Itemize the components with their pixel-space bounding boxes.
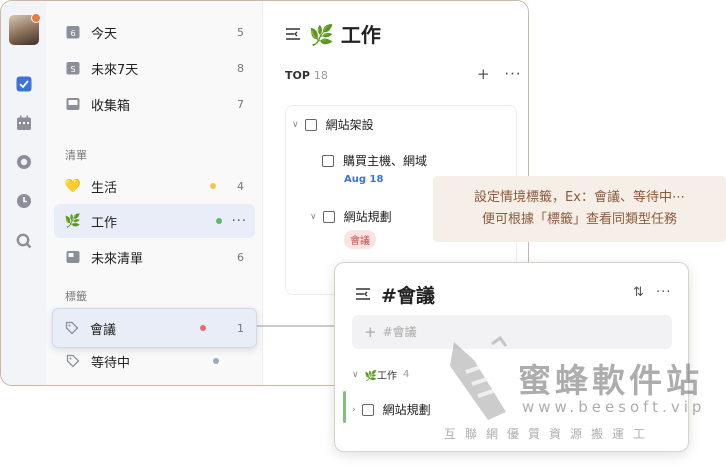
item-count: 8: [237, 61, 244, 75]
nav-rail: [1, 1, 46, 385]
clock-icon[interactable]: [15, 192, 33, 210]
sidebar-item-label: 收集箱: [91, 98, 131, 114]
bee-logo-icon: [450, 336, 508, 420]
sidebar-item-inbox[interactable]: 收集箱 7: [54, 87, 255, 121]
sidebar-item-tag-meeting[interactable]: 會議 1: [52, 308, 257, 348]
sidebar-item-label: 會議: [90, 322, 117, 338]
calendar-icon[interactable]: [15, 114, 33, 132]
item-count: 6: [237, 250, 244, 264]
list-color-dot: [210, 183, 216, 189]
task-title: 購買主機、網域: [343, 154, 428, 168]
task-due-date: Aug 18: [344, 174, 384, 185]
chevron-down-icon[interactable]: ∨: [310, 212, 317, 222]
item-count: 7: [237, 97, 244, 111]
task-item[interactable]: › 網站規劃: [352, 401, 431, 418]
checkbox-task-icon[interactable]: [15, 75, 33, 93]
chevron-down-icon[interactable]: ∨: [292, 120, 299, 130]
task-item[interactable]: ∨ 網站架設: [292, 116, 374, 133]
calendar-6-icon: 6: [65, 24, 81, 40]
list-color-bar: [343, 391, 346, 423]
tag-icon: [64, 320, 80, 336]
section-actions: + ···: [477, 65, 522, 83]
lists-section-title: 清單: [65, 149, 87, 162]
add-task-icon[interactable]: +: [477, 65, 490, 83]
chevron-down-icon[interactable]: ∨: [352, 370, 359, 380]
more-options-icon[interactable]: ···: [504, 65, 521, 83]
sort-icon[interactable]: ⇅: [633, 285, 644, 300]
sidebar-item-work[interactable]: 🌿 工作 ···: [54, 204, 255, 238]
group-header[interactable]: ∨ 🌿工作 4: [352, 367, 409, 382]
section-count: 18: [313, 69, 328, 82]
sidebar-item-label: 工作: [91, 215, 118, 231]
svg-text:S: S: [70, 65, 75, 74]
panel-title: #會議: [381, 285, 435, 307]
section-header[interactable]: TOP 18: [285, 69, 328, 82]
watermark-subtitle: 互聯網優質資源搬運工: [444, 427, 655, 441]
search-icon[interactable]: [15, 232, 33, 250]
chevron-right-icon[interactable]: ›: [352, 405, 356, 415]
list-box-icon: [65, 249, 81, 265]
group-count: 4: [403, 369, 410, 380]
watermark-title: 蜜蜂軟件站: [518, 361, 703, 400]
habit-target-icon[interactable]: [15, 153, 33, 171]
crown-badge-icon: [31, 13, 41, 23]
panel-actions: ⇅ ···: [633, 285, 671, 300]
item-count: 4: [237, 179, 244, 193]
more-options-icon[interactable]: ···: [656, 285, 671, 300]
callout-line-2: 便可根據「標籤」查看同類型任務: [481, 212, 677, 227]
calendar-s-icon: S: [65, 60, 81, 76]
task-checkbox[interactable]: [304, 118, 317, 131]
sidebar-item-future-list[interactable]: 未來清單 6: [54, 240, 255, 274]
more-options-icon[interactable]: ···: [232, 214, 247, 229]
task-checkbox[interactable]: [361, 403, 374, 416]
task-title: 網站架設: [325, 118, 374, 132]
connector-line: [256, 325, 338, 327]
task-checkbox[interactable]: [322, 154, 334, 167]
inbox-icon: [65, 96, 81, 112]
page-title: 🌿 工作: [309, 23, 381, 47]
task-checkbox[interactable]: [322, 210, 335, 223]
yellow-heart-icon: 💛: [64, 178, 82, 194]
list-color-dot: [215, 218, 222, 224]
sidebar-item-label: 今天: [91, 26, 118, 42]
group-label: 🌿工作: [364, 371, 398, 382]
callout-note: 設定情境標籤，Ex：會議、等待中⋯ 便可根據「標籤」查看同類型任務: [433, 176, 726, 242]
sidebar-item-life[interactable]: 💛 生活 4: [54, 169, 255, 203]
sidebar-item-tag-waiting[interactable]: 等待中: [54, 344, 255, 378]
task-title: 網站規劃: [382, 403, 431, 417]
callout-line-1: 設定情境標籤，Ex：會議、等待中⋯: [474, 190, 685, 205]
watermark: 蜜蜂軟件站 www.beesoft.vip 互聯網優質資源搬運工: [440, 336, 726, 446]
tag-color-dot: [213, 358, 219, 364]
sidebar-item-label: 生活: [91, 180, 118, 196]
task-item[interactable]: ∨ 網站規劃: [310, 208, 392, 225]
item-count: 1: [237, 321, 244, 335]
menu-collapse-icon[interactable]: [285, 25, 301, 44]
herb-icon: 🌿: [64, 213, 82, 229]
tag-pill[interactable]: 會議: [344, 230, 376, 249]
watermark-url: www.beesoft.vip: [522, 398, 706, 416]
menu-collapse-icon[interactable]: [355, 285, 371, 304]
tag-icon: [65, 353, 81, 369]
tags-section-title: 標籤: [65, 290, 87, 303]
sidebar-item-today[interactable]: 6 今天 5: [54, 15, 255, 49]
plus-icon: +: [364, 323, 377, 341]
sidebar-item-label: 等待中: [91, 355, 131, 371]
task-item[interactable]: 購買主機、網域: [322, 152, 427, 169]
sidebar-item-label: 未來清單: [91, 251, 144, 267]
svg-text:6: 6: [70, 29, 75, 38]
tag-color-dot: [200, 325, 206, 331]
section-name: TOP: [285, 69, 310, 82]
sidebar-item-next-7-days[interactable]: S 未來7天 8: [54, 51, 255, 85]
sidebar-item-label: 未來7天: [91, 62, 139, 78]
item-count: 5: [237, 25, 244, 39]
task-title: 網站規劃: [343, 210, 392, 224]
